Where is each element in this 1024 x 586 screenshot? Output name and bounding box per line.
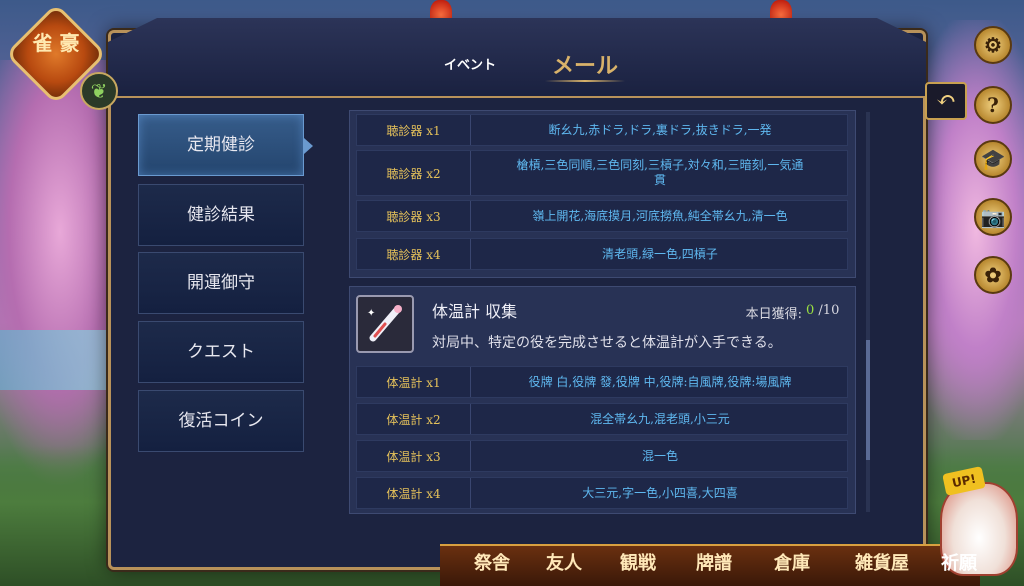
nav-item-spectate[interactable]: 観戦 xyxy=(608,548,668,580)
tab-mail[interactable]: メール xyxy=(545,48,625,79)
table-row: 体温計 x1 役牌 白,役牌 發,役牌 中,役牌:自風牌,役牌:場風牌 xyxy=(356,366,848,398)
section-description: 対局中、特定の役を完成させると体温計が入手できる。 xyxy=(432,335,782,351)
reward-label: 体温計 x2 xyxy=(357,404,471,434)
panel-header xyxy=(108,18,926,98)
yaku-list: 清老頭,緑一色,四槓子 xyxy=(602,246,718,261)
graduation-cap-icon[interactable]: 🎓 xyxy=(974,140,1012,178)
nav-item-friends[interactable]: 友人 xyxy=(534,548,594,580)
table-row: 聴診器 x2 槍槓,三色同順,三色同刻,三槓子,対々和,三暗刻,一気通貫 xyxy=(356,150,848,196)
back-button[interactable]: ↶ xyxy=(925,82,967,120)
gear-icon[interactable]: ⚙ xyxy=(974,26,1012,64)
reward-label: 聴診器 x3 xyxy=(357,201,471,231)
leaf-badge-icon[interactable]: ❦ xyxy=(80,72,118,110)
reward-label: 体温計 x1 xyxy=(357,367,471,397)
menu-item-checkup-results[interactable]: 健診結果 xyxy=(138,184,304,246)
reward-label: 体温計 x3 xyxy=(357,441,471,471)
table-row: 体温計 x2 混全帯幺九,混老頭,小三元 xyxy=(356,403,848,435)
table-row: 体温計 x3 混一色 xyxy=(356,440,848,472)
reward-label: 聴診器 x4 xyxy=(357,239,471,269)
badge-icon[interactable]: ✿ xyxy=(974,256,1012,294)
scrollbar-thumb[interactable] xyxy=(866,340,870,460)
yaku-list: 槍槓,三色同順,三色同刻,三槓子,対々和,三暗刻,一気通貫 xyxy=(516,158,804,187)
thermometer-icon: ✦ xyxy=(356,295,414,353)
yaku-list: 役牌 白,役牌 發,役牌 中,役牌:自風牌,役牌:場風牌 xyxy=(528,374,792,389)
section-title: 体温計 収集 xyxy=(432,302,518,321)
yaku-list: 断幺九,赤ドラ,ドラ,裏ドラ,抜きドラ,一発 xyxy=(548,122,772,137)
nav-item-gacha[interactable]: 祈願 xyxy=(934,548,984,580)
yaku-list: 嶺上開花,海底摸月,河底撈魚,純全帯幺九,清一色 xyxy=(532,208,788,223)
nav-item-shrine[interactable]: 祭舎 xyxy=(462,548,522,580)
nav-item-paifu[interactable]: 牌譜 xyxy=(684,548,744,580)
daily-obtained-count: 0 /10 xyxy=(806,303,846,321)
table-row: 聴診器 x3 嶺上開花,海底摸月,河底撈魚,純全帯幺九,清一色 xyxy=(356,200,848,232)
menu-item-regular-checkup[interactable]: 定期健診 xyxy=(138,114,304,176)
reward-label: 聴診器 x2 xyxy=(357,151,471,195)
table-row: 体温計 x4 大三元,字一色,小四喜,大四喜 xyxy=(356,477,848,509)
active-menu-arrow-icon xyxy=(304,138,313,154)
menu-item-revival-coin[interactable]: 復活コイン xyxy=(138,390,304,452)
daily-current: 0 xyxy=(806,303,815,318)
table-row: 聴診器 x1 断幺九,赤ドラ,ドラ,裏ドラ,抜きドラ,一発 xyxy=(356,114,848,146)
table-row: 聴診器 x4 清老頭,緑一色,四槓子 xyxy=(356,238,848,270)
camera-icon[interactable]: 📷 xyxy=(974,198,1012,236)
daily-max: /10 xyxy=(818,303,840,318)
reward-label: 聴診器 x1 xyxy=(357,115,471,145)
active-tab-underline xyxy=(545,80,625,82)
yaku-list: 大三元,字一色,小四喜,大四喜 xyxy=(582,485,738,500)
menu-item-lucky-charm[interactable]: 開運御守 xyxy=(138,252,304,314)
help-icon[interactable]: ? xyxy=(974,86,1012,124)
menu-item-quest[interactable]: クエスト xyxy=(138,321,304,383)
yaku-list: 混全帯幺九,混老頭,小三元 xyxy=(590,411,730,426)
svg-text:✦: ✦ xyxy=(367,308,375,319)
reward-label: 体温計 x4 xyxy=(357,478,471,508)
nav-item-storage[interactable]: 倉庫 xyxy=(762,548,822,580)
nav-item-shop[interactable]: 雑貨屋 xyxy=(844,548,920,580)
tab-event[interactable]: イベント xyxy=(440,54,500,74)
rank-emblem-label: 雀 豪 xyxy=(32,31,80,55)
yaku-list: 混一色 xyxy=(641,448,678,463)
daily-obtained-label: 本日獲得: xyxy=(745,307,802,322)
